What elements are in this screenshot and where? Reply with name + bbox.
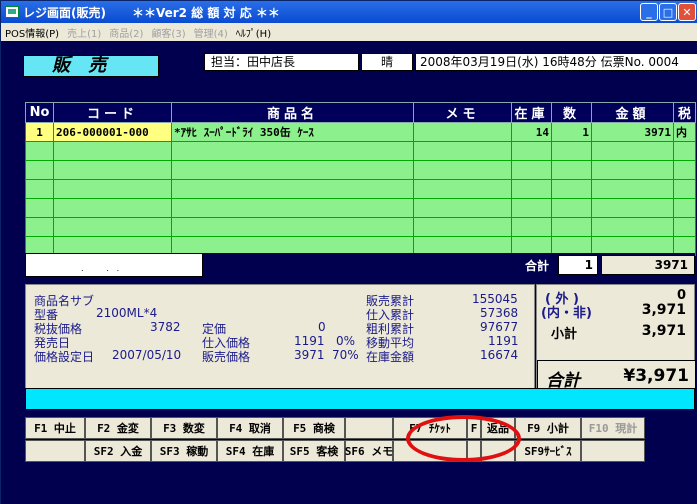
info-label: 在庫金額 xyxy=(366,350,415,364)
inner-tax-label: (内・非) xyxy=(541,306,592,321)
total-qty: 1 xyxy=(558,255,598,275)
info-value: 3782 xyxy=(150,320,181,334)
info-value: 155045 xyxy=(472,292,518,306)
grand-total-value: ¥3,971 xyxy=(623,366,689,386)
f1-cancel-button[interactable]: F1 中止 xyxy=(25,417,85,439)
f5-product-search-button[interactable]: F5 商検 xyxy=(283,417,345,439)
info-value: 97677 xyxy=(480,320,519,334)
cell-amount[interactable]: 3971 xyxy=(591,122,674,142)
col-name: 商品名 xyxy=(171,102,414,123)
cell-no[interactable]: 1 xyxy=(25,122,54,142)
cell-name[interactable]: *ｱｻﾋ ｽｰﾊﾟｰﾄﾞﾗｲ 350缶 ｹｰｽ xyxy=(171,122,414,142)
outer-tax-value: 0 xyxy=(676,288,686,303)
sf8-blank-button[interactable] xyxy=(467,440,481,462)
mode-label: 販 売 xyxy=(23,55,159,77)
total-label: 合計 xyxy=(525,259,550,273)
product-info-panel: 商品名サブ 型番 2100ML*4 税抜価格 3782 発売日 価格設定日 20… xyxy=(25,284,535,392)
menu-bar: POS情報(P) 売上(1) 商品(2) 顧客(3) 管理(4) ﾍﾙﾌﾟ(H) xyxy=(1,23,697,41)
message-bar xyxy=(25,388,695,410)
fkey-row-1: F1 中止 F2 金変 F3 数変 F4 取消 F5 商検 F7 ﾁｹｯﾄ F … xyxy=(25,417,645,439)
table-row-empty[interactable] xyxy=(25,179,696,199)
info-label: 販売価格 xyxy=(202,350,251,364)
cell-stock[interactable]: 14 xyxy=(511,122,552,142)
info-value: 1191 xyxy=(294,334,325,348)
datetime-field: 2008年03月19日(水) 16時48分 伝票No. 0004 xyxy=(415,53,697,71)
col-amount: 金額 xyxy=(591,102,674,123)
info-value: 16674 xyxy=(480,348,519,362)
sf-blank-button[interactable] xyxy=(481,440,515,462)
table-row-empty[interactable] xyxy=(25,198,696,218)
sf10-blank-button[interactable] xyxy=(581,440,645,462)
function-keys: F1 中止 F2 金変 F3 数変 F4 取消 F5 商検 F7 ﾁｹｯﾄ F … xyxy=(1,413,697,465)
weather-field: 晴 xyxy=(361,53,413,71)
table-row-empty[interactable] xyxy=(25,160,696,180)
menu-admin: 管理(4) xyxy=(193,28,228,40)
col-no: No xyxy=(25,102,54,123)
col-stock: 在庫 xyxy=(511,102,552,123)
menu-products: 商品(2) xyxy=(109,28,144,40)
inner-tax-value: 3,971 xyxy=(641,302,686,318)
f6-blank-button[interactable] xyxy=(345,417,393,439)
col-memo: メモ xyxy=(413,102,512,123)
info-value: 0 xyxy=(318,320,326,334)
title-bar: レジ画面(販売) ＊＊Ver2 総 額 対 応 ＊＊ _ □ ✕ xyxy=(1,1,697,23)
sf5-customer-search-button[interactable]: SF5 客検 xyxy=(283,440,345,462)
f2-price-change-button[interactable]: F2 金変 xyxy=(85,417,151,439)
cell-qty[interactable]: 1 xyxy=(551,122,592,142)
window-title: レジ画面(販売) xyxy=(23,5,106,20)
f10-cash-button: F10 現計 xyxy=(581,417,645,439)
menu-customers: 顧客(3) xyxy=(151,28,186,40)
staff-field: 担当：田中店長 xyxy=(204,53,359,71)
return-button[interactable]: 返品 xyxy=(481,417,515,439)
sf3-activity-button[interactable]: SF3 稼動 xyxy=(151,440,217,462)
table-row[interactable]: 1 206-000001-000 *ｱｻﾋ ｽｰﾊﾟｰﾄﾞﾗｲ 350缶 ｹｰｽ… xyxy=(25,122,696,142)
app-window: レジ画面(販売) ＊＊Ver2 総 額 対 応 ＊＊ _ □ ✕ POS情報(P… xyxy=(0,0,697,504)
menu-pos[interactable]: POS情報(P) xyxy=(1,25,63,40)
menu-help[interactable]: ﾍﾙﾌﾟ(H) xyxy=(232,25,275,40)
info-label: 価格設定日 xyxy=(34,350,95,364)
info-value: 2100ML*4 xyxy=(96,306,158,320)
sales-grid: No コード 商品名 メモ 在庫 数 金額 税 1 206-000001-000… xyxy=(25,102,696,256)
sf6-memo-button[interactable]: SF6 メモ xyxy=(345,440,393,462)
sf9-service-button[interactable]: SF9ｻｰﾋﾞｽ xyxy=(515,440,581,462)
close-button[interactable]: ✕ xyxy=(678,3,696,21)
cell-memo[interactable] xyxy=(413,122,512,142)
info-pct: 70% xyxy=(332,348,359,362)
table-row-empty[interactable] xyxy=(25,141,696,161)
f7-ticket-button[interactable]: F7 ﾁｹｯﾄ xyxy=(393,417,467,439)
info-value: 1191 xyxy=(488,334,519,348)
sf2-deposit-button[interactable]: SF2 入金 xyxy=(85,440,151,462)
info-pct: 0% xyxy=(336,334,356,348)
col-tax: 税 xyxy=(673,102,696,123)
sf7-blank-button[interactable] xyxy=(393,440,467,462)
window-subtitle: ＊＊Ver2 総 額 対 応 ＊＊ xyxy=(131,5,280,20)
menu-sales: 売上(1) xyxy=(67,28,102,40)
sf1-blank-button[interactable] xyxy=(25,440,85,462)
col-code: コード xyxy=(53,102,172,123)
maximize-button[interactable]: □ xyxy=(659,3,677,21)
grid-header: No コード 商品名 メモ 在庫 数 金額 税 xyxy=(25,102,696,123)
f8-button[interactable]: F xyxy=(467,417,481,439)
total-amount: 3971 xyxy=(601,255,695,275)
f3-qty-change-button[interactable]: F3 数変 xyxy=(151,417,217,439)
info-value: 57368 xyxy=(480,306,519,320)
f4-void-button[interactable]: F4 取消 xyxy=(217,417,283,439)
cell-code[interactable]: 206-000001-000 xyxy=(53,122,172,142)
col-qty: 数 xyxy=(551,102,592,123)
info-value: 2007/05/10 xyxy=(112,348,182,362)
app-icon xyxy=(5,6,19,18)
minimize-button[interactable]: _ xyxy=(640,3,658,21)
fkey-row-2: SF2 入金 SF3 稼動 SF4 在庫 SF5 客検 SF6 メモ SF9ｻｰ… xyxy=(25,440,645,462)
sf4-stock-button[interactable]: SF4 在庫 xyxy=(217,440,283,462)
table-row-empty[interactable] xyxy=(25,217,696,237)
f9-subtotal-button[interactable]: F9 小計 xyxy=(515,417,581,439)
totals-row: . . . 合計 1 3971 xyxy=(25,253,695,277)
barcode-input[interactable]: . . . xyxy=(25,253,203,277)
cell-tax[interactable]: 内 xyxy=(673,122,696,142)
subtotal-label: 小計 xyxy=(551,327,578,342)
summary-panel: ( 外 ) 0 (内・非) 3,971 小計 3,971 合計 ¥3,971 xyxy=(536,284,696,392)
subtotal-value: 3,971 xyxy=(641,323,686,339)
info-value: 3971 xyxy=(294,348,325,362)
